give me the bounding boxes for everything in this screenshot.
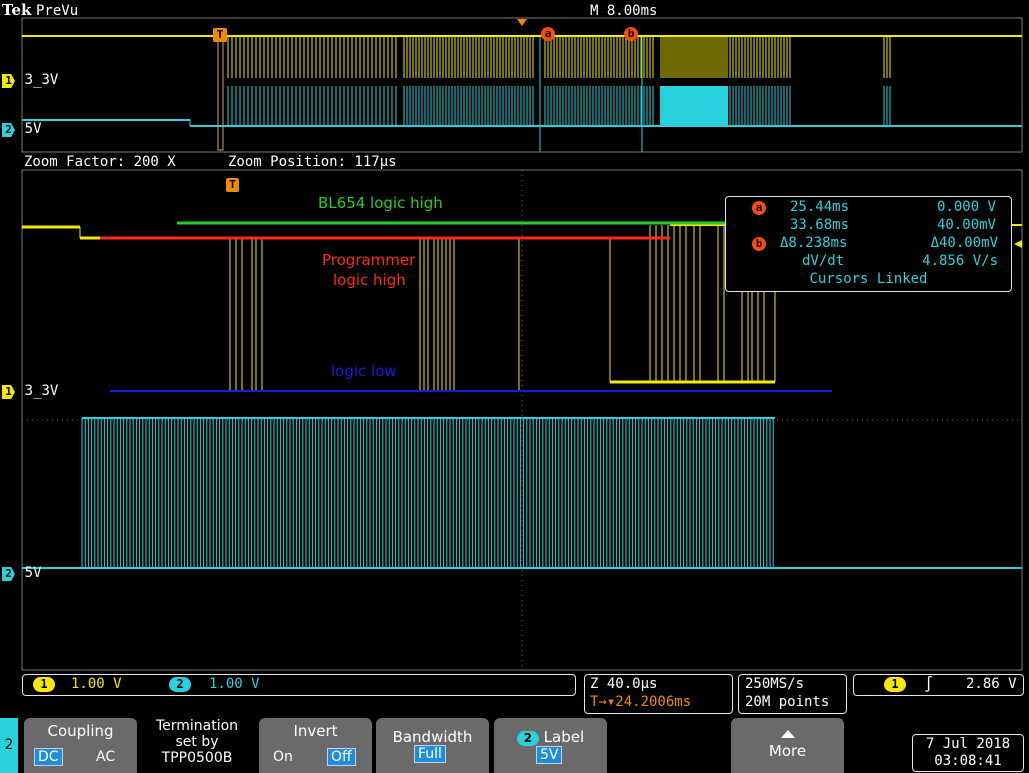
main-ch2-label: 5V xyxy=(24,565,42,581)
menu-channel-tab[interactable]: 2 xyxy=(0,718,18,773)
brand-logo: Tek xyxy=(2,1,32,19)
cursor-delta-volt: Δ40.00mV xyxy=(930,235,998,251)
trigger-level: 2.86 V xyxy=(966,676,1017,692)
ch1-scale-badge: 1 xyxy=(33,677,55,692)
horizontal-panel[interactable]: Z 40.0µs T→▾24.2006ms xyxy=(584,674,733,714)
overview-ch2-label: 5V xyxy=(24,121,42,137)
sample-rate: 250MS/s xyxy=(745,676,805,692)
readout-cursor-a-badge: a xyxy=(752,201,766,215)
trigger-source-badge: 1 xyxy=(884,677,906,692)
termination-line3: TPP0500B xyxy=(161,750,233,766)
label-button[interactable]: 2 Label 5V xyxy=(494,718,607,773)
date: 7 Jul 2018 xyxy=(925,736,1011,752)
label-button-label: Label xyxy=(543,728,585,746)
zoom-position: Zoom Position: 117µs xyxy=(228,154,397,170)
ov-ch1-burst xyxy=(660,36,728,78)
dvdt-value: 4.856 V/s xyxy=(922,253,998,269)
zoom-factor: Zoom Factor: 200 X xyxy=(24,154,176,170)
invert-button[interactable]: Invert On Off xyxy=(259,718,372,773)
trigger-slope-icon: ∫ xyxy=(924,675,934,693)
bandwidth-label: Bandwidth xyxy=(392,728,473,746)
ov-ch2-burst xyxy=(660,86,728,126)
main-ch1-marker[interactable]: 1 3_3V xyxy=(2,380,58,399)
cursor-a-volt: 0.000 V xyxy=(936,199,996,215)
overview-ch1-marker[interactable]: 1 3_3V xyxy=(2,69,58,88)
programmer-annotation-line2: logic high xyxy=(333,271,406,289)
invert-off-option[interactable]: Off xyxy=(327,748,356,766)
coupling-label: Coupling xyxy=(47,722,114,740)
trigger-panel[interactable]: 1 ∫ 2.86 V xyxy=(853,674,1024,696)
cursor-b-volt: 40.00mV xyxy=(936,217,996,233)
main-trigger-marker: T xyxy=(226,178,239,192)
invert-label: Invert xyxy=(293,722,338,740)
termination-info: Termination set by TPP0500B xyxy=(140,718,254,773)
vertical-scale-panel[interactable]: 1 1.00 V 2 1.00 V xyxy=(22,674,576,696)
dvdt-label: dV/dt xyxy=(802,253,845,269)
overview-ch2-trace xyxy=(22,86,1022,127)
termination-line1: Termination xyxy=(155,718,239,734)
waveform-canvas xyxy=(21,17,1023,671)
trigger-position-marker xyxy=(517,19,527,26)
acquisition-mode: PreVu xyxy=(36,3,79,19)
programmer-annotation-line1: Programmer xyxy=(322,251,416,269)
main-ch2-marker[interactable]: 2 5V xyxy=(2,562,42,581)
coupling-button[interactable]: Coupling DC AC xyxy=(24,718,137,773)
logic-low-annotation: logic low xyxy=(331,362,397,380)
overview-cursor-b-badge[interactable]: b xyxy=(624,27,638,41)
cursors-linked: Cursors Linked xyxy=(809,271,928,287)
label-channel-badge: 2 xyxy=(516,731,539,746)
bandwidth-button[interactable]: Bandwidth Full xyxy=(376,718,489,773)
coupling-dc-option[interactable]: DC xyxy=(34,748,63,766)
zoom-scale: Z 40.0µs xyxy=(590,676,658,692)
trigger-position: T→▾24.2006ms xyxy=(590,694,692,710)
overview-trigger-marker: T xyxy=(213,28,227,42)
datetime-panel: 7 Jul 2018 03:08:41 xyxy=(912,734,1024,772)
record-length: 20M points xyxy=(745,694,830,710)
overview-ch1-label: 3_3V xyxy=(24,72,59,88)
termination-line2: set by xyxy=(175,734,219,750)
readout-cursor-b-badge: b xyxy=(752,237,766,251)
up-arrow-icon xyxy=(781,730,795,738)
invert-on-option[interactable]: On xyxy=(273,749,293,765)
cursor-ref-arrow xyxy=(1014,240,1022,248)
overview-zoom-box xyxy=(217,35,224,151)
overview-frame xyxy=(21,17,1023,153)
time: 03:08:41 xyxy=(934,753,1002,769)
overview-ch2-marker[interactable]: 2 5V xyxy=(2,118,42,137)
cursor-b-time: 33.68ms xyxy=(790,217,850,233)
main-ch1-label: 3_3V xyxy=(24,383,59,399)
acquisition-panel[interactable]: 250MS/s 20M points xyxy=(738,674,847,714)
cursor-a-time: 25.44ms xyxy=(790,199,850,215)
bandwidth-value: Full xyxy=(414,745,446,763)
ch2-scale-badge: 2 xyxy=(169,677,191,692)
label-value: 5V xyxy=(536,746,563,764)
timebase-readout: M 8.00ms xyxy=(590,3,658,19)
more-button[interactable]: More xyxy=(731,718,844,773)
more-label: More xyxy=(768,742,807,760)
cursor-readout-panel: a 25.44ms 0.000 V 33.68ms 40.00mV b Δ8.2… xyxy=(725,196,1012,292)
ch1-scale: 1.00 V xyxy=(71,676,122,692)
cursor-delta-time: Δ8.238ms xyxy=(780,235,848,251)
overview-ch1-trace xyxy=(22,35,1022,78)
bl654-annotation: BL654 logic high xyxy=(318,194,443,212)
ch2-scale: 1.00 V xyxy=(209,676,260,692)
overview-cursor-a-badge[interactable]: a xyxy=(541,27,555,41)
coupling-ac-option[interactable]: AC xyxy=(96,749,115,765)
